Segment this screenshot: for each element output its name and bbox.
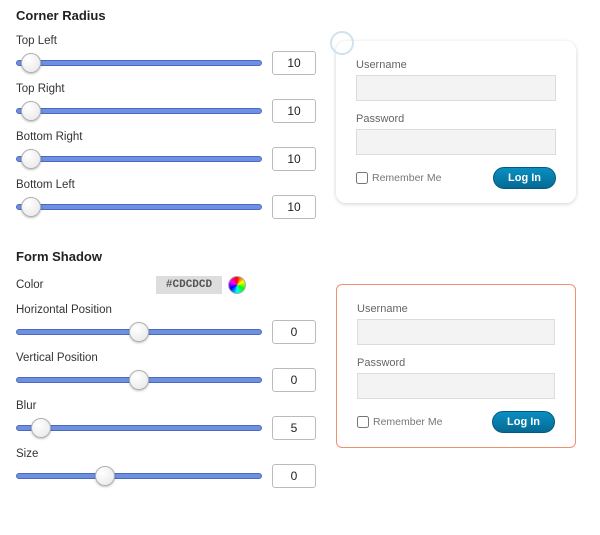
bottom-left-label: Bottom Left (16, 179, 316, 191)
preview2-username-input[interactable] (357, 319, 555, 345)
size-slider-thumb[interactable] (95, 466, 115, 486)
vpos-slider-thumb[interactable] (129, 370, 149, 390)
size-value[interactable]: 0 (272, 464, 316, 488)
preview2-remember-wrapper[interactable]: Remember Me (357, 416, 442, 428)
preview1-remember-wrapper[interactable]: Remember Me (356, 172, 441, 184)
corner-radius-section: Corner Radius Top Left 10 Top Right (16, 8, 584, 227)
bottom-right-slider-thumb[interactable] (21, 149, 41, 169)
preview1-password-label: Password (356, 113, 556, 125)
top-left-value[interactable]: 10 (272, 51, 316, 75)
preview1-remember-label: Remember Me (372, 172, 441, 184)
preview2-login-button[interactable]: Log In (492, 411, 555, 433)
hpos-label: Horizontal Position (16, 304, 316, 316)
preview2-username-label: Username (357, 303, 555, 315)
top-left-label: Top Left (16, 35, 316, 47)
bottom-right-label: Bottom Right (16, 131, 316, 143)
size-label: Size (16, 448, 316, 460)
preview1-remember-checkbox[interactable] (356, 172, 368, 184)
top-right-value[interactable]: 10 (272, 99, 316, 123)
preview1-username-label: Username (356, 59, 556, 71)
blur-value[interactable]: 5 (272, 416, 316, 440)
bottom-left-slider-thumb[interactable] (21, 197, 41, 217)
size-slider[interactable] (16, 466, 262, 486)
bottom-left-slider[interactable] (16, 197, 262, 217)
preview2-password-label: Password (357, 357, 555, 369)
top-right-slider-thumb[interactable] (21, 101, 41, 121)
preview2-password-input[interactable] (357, 373, 555, 399)
shadow-color-value[interactable]: #CDCDCD (156, 276, 222, 294)
hpos-slider[interactable] (16, 322, 262, 342)
preview2-remember-label: Remember Me (373, 416, 442, 428)
vpos-value[interactable]: 0 (272, 368, 316, 392)
vpos-label: Vertical Position (16, 352, 316, 364)
preview1-login-button[interactable]: Log In (493, 167, 556, 189)
vpos-slider[interactable] (16, 370, 262, 390)
preview2-remember-checkbox[interactable] (357, 416, 369, 428)
hpos-value[interactable]: 0 (272, 320, 316, 344)
color-picker-icon[interactable] (228, 276, 246, 294)
top-right-label: Top Right (16, 83, 316, 95)
preview1-password-input[interactable] (356, 129, 556, 155)
bottom-right-slider[interactable] (16, 149, 262, 169)
top-left-slider[interactable] (16, 53, 262, 73)
corner-radius-preview-form: Username Password Remember Me Log In (336, 41, 576, 203)
form-shadow-heading: Form Shadow (16, 249, 584, 264)
shadow-color-label: Color (16, 279, 156, 291)
blur-label: Blur (16, 400, 316, 412)
top-left-slider-thumb[interactable] (21, 53, 41, 73)
preview1-username-input[interactable] (356, 75, 556, 101)
hpos-slider-thumb[interactable] (129, 322, 149, 342)
blur-slider-thumb[interactable] (31, 418, 51, 438)
corner-radius-heading: Corner Radius (16, 8, 584, 23)
blur-slider[interactable] (16, 418, 262, 438)
bottom-right-value[interactable]: 10 (272, 147, 316, 171)
top-right-slider[interactable] (16, 101, 262, 121)
form-shadow-section: Form Shadow Color #CDCDCD Horizontal Pos… (16, 249, 584, 496)
form-shadow-preview-form: Username Password Remember Me Log In (336, 284, 576, 448)
bottom-left-value[interactable]: 10 (272, 195, 316, 219)
